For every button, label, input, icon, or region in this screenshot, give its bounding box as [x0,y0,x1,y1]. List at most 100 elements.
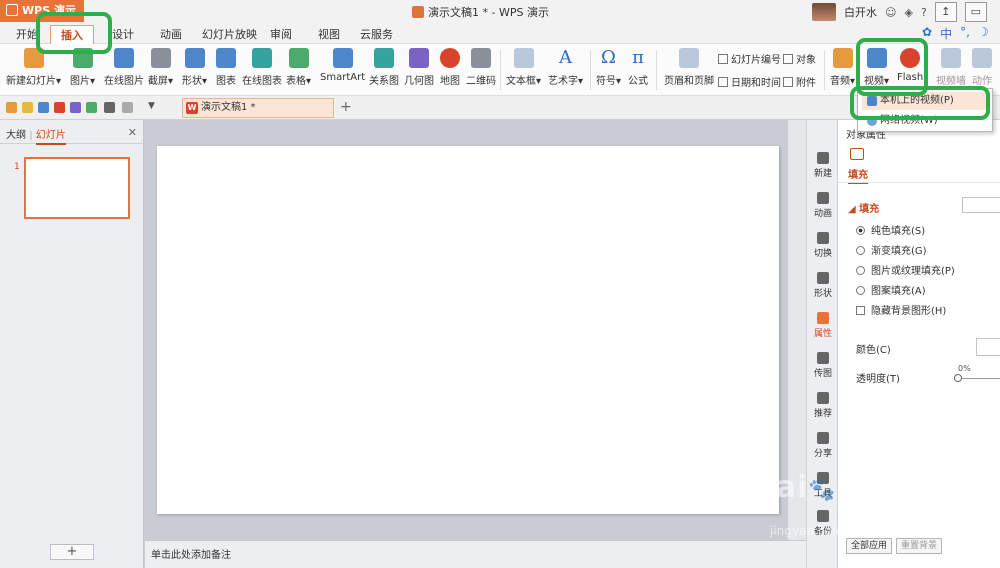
properties-icon [817,312,829,324]
divider [838,182,1000,183]
open-folder-icon[interactable] [22,102,33,113]
online-picture-button[interactable]: 在线图片 [104,48,144,87]
customize-quick-access-icon[interactable]: ▼ [148,101,155,111]
audio-button[interactable]: 音频▾ [830,48,855,87]
wps-logo-icon [6,4,18,16]
radio-picture-fill[interactable]: 图片或纹理填充(P) [856,262,955,277]
radio-pattern-fill[interactable]: 图案填充(A) [856,282,926,297]
slide-panel-header: 大纲 | 幻灯片 [0,120,143,145]
screenshot-button[interactable]: 截屏▾ [148,48,173,87]
reset-background-button[interactable]: 重置背景 [896,538,943,554]
strip-transition-label: 切换 [813,249,832,259]
hide-background-checkbox[interactable]: 隐藏背景图形(H) [856,302,946,317]
audio-label: 音频 [830,76,850,87]
slide-number-button[interactable]: 幻灯片编号 [718,51,781,66]
slide-canvas[interactable] [157,146,779,514]
online-chart-button[interactable]: 在线图表 [242,48,282,87]
qrcode-button[interactable]: 二维码 [466,48,496,87]
strip-share[interactable]: 分享 [807,432,839,459]
close-icon[interactable]: ✕ [128,126,137,139]
header-footer-icon [679,48,699,68]
art-text-icon: A [559,47,573,68]
ribbon-divider [590,50,591,90]
notes-placeholder: 单击此处添加备注 [151,550,231,561]
notes-pane[interactable]: 单击此处添加备注 [145,540,806,568]
ime-punct[interactable]: °, [960,25,970,42]
tab-slideshow[interactable]: 幻灯片放映 [202,26,257,42]
fill-preset-field[interactable] [962,197,1000,213]
minimize-icon[interactable]: ▭ [964,2,987,22]
strip-animation[interactable]: 动画 [807,192,839,219]
relation-button[interactable]: 关系图 [369,48,399,87]
textbox-icon [513,48,534,68]
screenshot-label: 截屏 [148,76,168,87]
help-icon[interactable]: ? [921,6,927,19]
window-title: 演示文稿1 * - WPS 演示 [412,4,549,20]
user-name[interactable]: 白开水 [844,4,877,20]
chart-button[interactable]: 图表 [216,48,236,87]
symbol-button[interactable]: Ω 符号▾ [596,48,621,88]
geometry-button[interactable]: 几何图 [404,48,434,87]
tab-view[interactable]: 视图 [318,26,340,42]
smiley-icon[interactable]: ☺ [885,6,896,19]
transparency-label: 透明度(T) [856,374,900,385]
tab-design[interactable]: 设计 [112,26,134,42]
textbox-button[interactable]: 文本框▾ [506,48,541,87]
tab-start[interactable]: 开始 [16,26,38,42]
undo-icon[interactable] [104,102,115,113]
strip-properties[interactable]: 属性 [807,312,839,339]
attachment-button[interactable]: 附件 [783,74,816,89]
print-icon[interactable] [70,102,81,113]
screen-record-button[interactable]: 视频墙 [936,48,966,87]
strip-upload[interactable]: 传图 [807,352,839,379]
new-tab-button[interactable]: + [340,99,352,115]
slide-number-icon [718,54,728,64]
action-icon [972,48,992,68]
geometry-icon [409,48,429,68]
action-button[interactable]: 动作 [972,48,992,87]
tab-slides[interactable]: 幻灯片 [35,130,66,145]
radio-solid-fill[interactable]: 纯色填充(S) [856,222,925,237]
document-tab[interactable]: W 演示文稿1 * [182,98,334,118]
fill-section-header[interactable]: ◢ 填充 [848,200,879,215]
strip-transition[interactable]: 切换 [807,232,839,259]
save-icon[interactable] [38,102,49,113]
object-icon [783,54,793,64]
map-button[interactable]: 地图 [440,48,460,87]
tab-cloud[interactable]: 云服务 [360,26,393,42]
editing-area [145,120,806,540]
new-icon[interactable] [6,102,17,113]
header-footer-button[interactable]: 页眉和页脚 [664,48,714,87]
slide-number-label: 幻灯片编号 [731,55,781,66]
slide-thumbnail[interactable] [24,157,130,219]
apply-all-button[interactable]: 全部应用 [846,538,893,554]
shape-button[interactable]: 形状▾ [182,48,207,87]
table-button[interactable]: 表格▾ [286,48,311,87]
strip-shape[interactable]: 形状 [807,272,839,299]
moon-icon[interactable]: ☽ [978,25,989,42]
tab-animation[interactable]: 动画 [160,26,182,42]
slider-knob[interactable] [954,374,962,382]
radio-gradient-fill[interactable]: 渐变填充(G) [856,242,927,257]
strip-new[interactable]: 新建 [807,152,839,179]
color-picker[interactable] [976,338,1000,356]
avatar[interactable] [812,3,836,21]
add-slide-button[interactable]: + [50,544,94,560]
ribbon-divider [656,50,657,90]
redo-icon[interactable] [122,102,133,113]
transparency-slider[interactable]: 0% [944,364,1000,384]
geometry-label: 几何图 [404,76,434,87]
smartart-button[interactable]: SmartArt [320,48,365,83]
tab-outline[interactable]: 大纲 [6,130,26,141]
strip-recommend[interactable]: 推荐 [807,392,839,419]
date-time-button[interactable]: 日期和时间 [718,74,781,89]
restore-icon[interactable]: ↥ [934,2,957,22]
skin-icon[interactable]: ◈ [904,6,912,19]
art-text-button[interactable]: A 艺术字▾ [548,47,583,88]
preview-icon[interactable] [86,102,97,113]
ime-chinese[interactable]: 中 [940,25,952,42]
pdf-icon[interactable] [54,102,65,113]
object-button[interactable]: 对象 [783,51,816,66]
formula-button[interactable]: π 公式 [628,48,648,88]
tab-review[interactable]: 审阅 [270,26,292,42]
